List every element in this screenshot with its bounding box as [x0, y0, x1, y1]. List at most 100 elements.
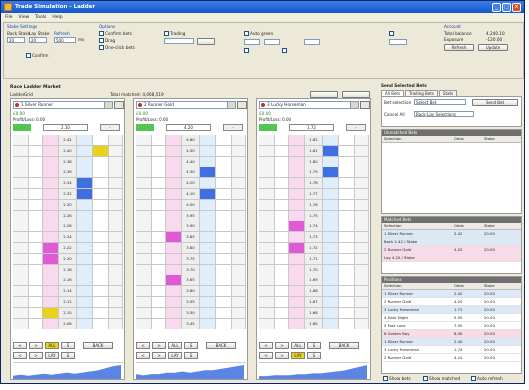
refresh-ladder-button[interactable]: [342, 91, 370, 98]
ladder-lay-cell[interactable]: [323, 307, 339, 318]
ladder-back-order-cell[interactable]: [275, 221, 289, 232]
ladder-back-order-cell[interactable]: [29, 232, 43, 243]
ladder-lay-order-cell[interactable]: [216, 232, 232, 243]
all-button[interactable]: ALL: [291, 342, 305, 349]
position-row[interactable]: 5 Fast Lane 7.00 20.00: [382, 322, 521, 330]
ladder-lay-cell[interactable]: [77, 167, 93, 178]
back-button[interactable]: BACK: [83, 342, 113, 349]
close-button[interactable]: ×: [512, 2, 521, 12]
ladder-lay-cell[interactable]: [323, 242, 339, 253]
prev-button[interactable]: <: [259, 342, 273, 349]
ladder-back-cell[interactable]: [43, 178, 59, 189]
ladder-back-cell[interactable]: [289, 307, 305, 318]
ladder-lay-cell[interactable]: [77, 210, 93, 221]
ladder-lay-cell[interactable]: [323, 135, 339, 145]
ladder-lay-order-cell[interactable]: [93, 296, 109, 307]
ladder-lay-order-cell[interactable]: [93, 232, 109, 243]
menu-help[interactable]: Help: [52, 15, 62, 20]
ladder-lay-order-cell[interactable]: [339, 307, 355, 318]
ladder-back-order-cell[interactable]: [152, 253, 166, 264]
ladder-lay-cell[interactable]: [77, 296, 93, 307]
lay-button[interactable]: LAY: [45, 352, 59, 359]
ladder-back-order-cell[interactable]: [275, 210, 289, 221]
ladder-back-order-cell[interactable]: [152, 232, 166, 243]
ladder-back-order-cell[interactable]: [152, 188, 166, 199]
ladder-back-cell[interactable]: [43, 188, 59, 199]
ladder-back-cell[interactable]: [43, 210, 59, 221]
tab-grid[interactable]: Grid: [24, 92, 33, 97]
ladder-lay-cell[interactable]: [323, 318, 339, 329]
ladder-lay-cell[interactable]: [200, 275, 216, 286]
next-button[interactable]: >: [152, 342, 166, 349]
ladder-back-order-cell[interactable]: [275, 178, 289, 189]
ladder-back-order-cell[interactable]: [29, 156, 43, 167]
ladder-lay-order-cell[interactable]: [216, 199, 232, 210]
ladder-lay-cell[interactable]: [200, 178, 216, 189]
ladder-lay-cell[interactable]: [200, 156, 216, 167]
ladder-back-order-cell[interactable]: [275, 145, 289, 156]
ladder-lay-cell[interactable]: [77, 199, 93, 210]
stake-button[interactable]: S: [61, 342, 75, 349]
ladder-lay-order-cell[interactable]: [339, 199, 355, 210]
ladder-lay-cell[interactable]: [323, 221, 339, 232]
trading-offset-input[interactable]: [164, 38, 194, 44]
ladder-back-order-cell[interactable]: [29, 145, 43, 156]
ladder-lay-order-cell[interactable]: [93, 318, 109, 329]
ladder-lay-order-cell[interactable]: [339, 232, 355, 243]
ladder-back-order-cell[interactable]: [152, 178, 166, 189]
ladder-back-cell[interactable]: [43, 199, 59, 210]
ladder-lay-cell[interactable]: [323, 199, 339, 210]
ladder-lay-cell[interactable]: [323, 178, 339, 189]
ladder-lay-cell[interactable]: [323, 145, 339, 156]
ladder-lay-order-cell[interactable]: [216, 221, 232, 232]
back-button[interactable]: BACK: [206, 342, 236, 349]
ladder-back-cell[interactable]: [43, 253, 59, 264]
prev-button-2[interactable]: <: [13, 352, 27, 359]
ladder-lay-cell[interactable]: [200, 135, 216, 145]
ladder-lay-order-cell[interactable]: [216, 242, 232, 253]
ladder-back-order-cell[interactable]: [152, 264, 166, 275]
ladder-lay-cell[interactable]: [323, 210, 339, 221]
refresh-input[interactable]: 500: [54, 37, 76, 43]
runner-select[interactable]: 1 Silver Runner: [13, 101, 113, 109]
ladder-back-cell[interactable]: [289, 264, 305, 275]
position-row[interactable]: 3 Lucky Horseman 1.74 20.00: [382, 346, 521, 354]
next-button-2[interactable]: >: [152, 352, 166, 359]
one-click-checkbox[interactable]: [99, 45, 104, 50]
ladder-lay-order-cell[interactable]: [339, 178, 355, 189]
ladder-back-cell[interactable]: [43, 232, 59, 243]
ladder-back-order-cell[interactable]: [152, 286, 166, 297]
ladder-lay-order-cell[interactable]: [93, 199, 109, 210]
runner-options-button[interactable]: [114, 101, 124, 109]
option-checkbox-b[interactable]: [282, 48, 287, 53]
ladder-back-order-cell[interactable]: [152, 275, 166, 286]
matched-row[interactable]: Back 2.42 / Stake: [382, 238, 521, 246]
back-button[interactable]: BACK: [329, 342, 359, 349]
lay-stake-input[interactable]: 20: [29, 37, 47, 43]
ladder-back-order-cell[interactable]: [275, 135, 289, 145]
stake-button[interactable]: S: [307, 342, 321, 349]
ladder-lay-order-cell[interactable]: [93, 145, 109, 156]
ladder-back-order-cell[interactable]: [275, 232, 289, 243]
ladder-lay-cell[interactable]: [200, 264, 216, 275]
ladder-lay-order-cell[interactable]: [216, 156, 232, 167]
ladder-lay-cell[interactable]: [323, 264, 339, 275]
ladder-lay-cell[interactable]: [323, 275, 339, 286]
ladder-lay-cell[interactable]: [200, 145, 216, 156]
ladder-lay-cell[interactable]: [77, 135, 93, 145]
ladder-back-order-cell[interactable]: [29, 135, 43, 145]
position-row[interactable]: 1 Silver Runner 2.42 20.00: [382, 290, 521, 298]
ladder-lay-cell[interactable]: [323, 167, 339, 178]
ladder-lay-order-cell[interactable]: [93, 242, 109, 253]
ladder-back-order-cell[interactable]: [29, 318, 43, 329]
ladder-back-order-cell[interactable]: [152, 221, 166, 232]
position-row[interactable]: 6 Golden Boy 8.40 20.00: [382, 330, 521, 338]
ticks-input-3[interactable]: [304, 39, 320, 45]
ladder-lay-order-cell[interactable]: [339, 275, 355, 286]
ladder-back-order-cell[interactable]: [275, 156, 289, 167]
ladder-back-cell[interactable]: [166, 167, 182, 178]
ladder-back-order-cell[interactable]: [275, 188, 289, 199]
ladder-lay-cell[interactable]: [77, 318, 93, 329]
ladder-lay-cell[interactable]: [323, 253, 339, 264]
ladder-back-cell[interactable]: [43, 275, 59, 286]
